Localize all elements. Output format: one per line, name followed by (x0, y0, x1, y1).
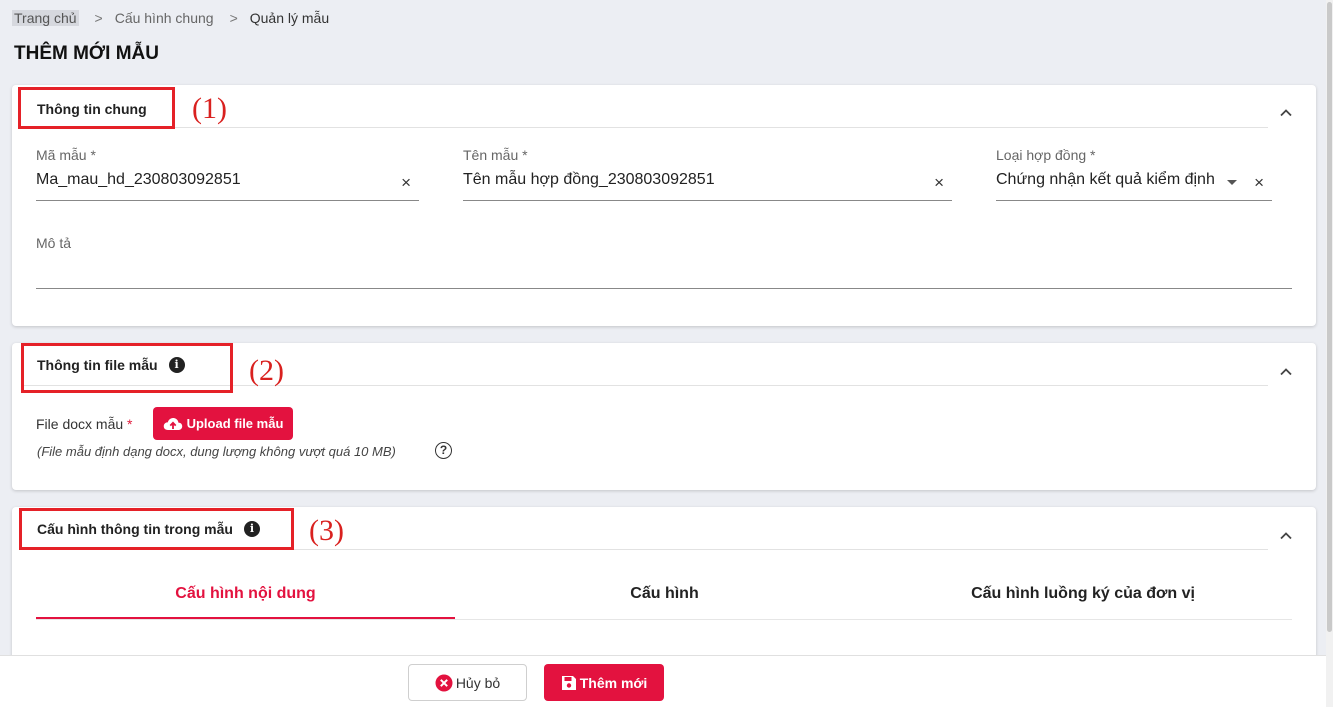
cancel-circle-x-icon (435, 674, 453, 692)
dropdown-caret-down-icon[interactable] (1227, 180, 1237, 185)
collapse-config-chevron-up-icon[interactable] (1278, 528, 1294, 544)
contract-type-label: Loại hợp đồng * (996, 147, 1096, 163)
card-divider (24, 127, 1268, 128)
input-underline (36, 200, 419, 201)
input-underline (36, 288, 1292, 289)
select-underline (996, 200, 1272, 201)
upload-button-label: Upload file mẫu (186, 416, 284, 431)
template-code-input[interactable]: Ma_mau_hd_230803092851 (36, 171, 419, 189)
tabs-divider (36, 619, 1292, 620)
clear-contract-type-close-icon[interactable]: × (1254, 173, 1264, 193)
breadcrumb: Trang chủ > Cấu hình chung > Quản lý mẫu (12, 10, 329, 26)
clear-name-close-icon[interactable]: × (934, 173, 944, 193)
annotation-label-3: (3) (309, 514, 344, 547)
add-new-button-label: Thêm mới (579, 674, 648, 691)
cancel-button[interactable]: Hủy bỏ (408, 664, 527, 701)
breadcrumb-separator: > (94, 10, 103, 26)
annotation-label-1: (1) (192, 92, 227, 125)
template-name-input[interactable]: Tên mẫu hợp đồng_230803092851 (463, 171, 952, 189)
contract-type-select[interactable]: Loại hợp đồng * Chứng nhận kết quả kiểm … (996, 147, 1272, 201)
required-mark: * (127, 416, 133, 432)
tab-signing-flow[interactable]: Cấu hình luồng ký của đơn vị (874, 585, 1292, 603)
annotation-box-1 (18, 87, 175, 129)
breadcrumb-current: Quản lý mẫu (249, 10, 330, 26)
file-docx-label-text: File docx mẫu (36, 416, 124, 432)
annotation-box-3 (19, 508, 294, 550)
description-label: Mô tả (36, 235, 72, 251)
template-name-field[interactable]: Tên mẫu * Tên mẫu hợp đồng_230803092851 … (463, 147, 952, 201)
collapse-file-chevron-up-icon[interactable] (1278, 364, 1294, 380)
cancel-button-label: Hủy bỏ (455, 674, 501, 691)
tab-content-config[interactable]: Cấu hình nội dung (36, 585, 455, 603)
page-scrollbar[interactable] (1326, 0, 1333, 707)
collapse-general-chevron-up-icon[interactable] (1278, 105, 1294, 121)
breadcrumb-general-config-link[interactable]: Cấu hình chung (115, 10, 214, 26)
breadcrumb-separator: > (229, 10, 238, 26)
template-code-label: Mã mẫu * (36, 147, 96, 163)
cloud-upload-icon (163, 417, 187, 431)
input-underline (463, 200, 952, 201)
description-field[interactable]: Mô tả (36, 235, 1292, 289)
breadcrumb-home-link[interactable]: Trang chủ (12, 10, 79, 26)
save-floppy-icon (561, 675, 577, 691)
scrollbar-thumb[interactable] (1327, 2, 1332, 632)
active-tab-indicator (36, 617, 455, 619)
footer-action-bar: Hủy bỏ Thêm mới (0, 655, 1326, 707)
help-question-icon[interactable]: ? (435, 442, 452, 459)
tab-config[interactable]: Cấu hình (455, 585, 874, 603)
add-new-button[interactable]: Thêm mới (544, 664, 664, 701)
clear-code-close-icon[interactable]: × (401, 173, 411, 193)
template-name-label: Tên mẫu * (463, 147, 528, 163)
annotation-box-2 (21, 343, 233, 393)
template-code-field[interactable]: Mã mẫu * Ma_mau_hd_230803092851 × (36, 147, 419, 201)
file-docx-label: File docx mẫu * (36, 416, 133, 432)
upload-file-button[interactable]: Upload file mẫu (153, 407, 293, 440)
annotation-label-2: (2) (249, 354, 284, 387)
page-title: THÊM MỚI MẪU (14, 43, 159, 64)
file-hint-text: (File mẫu định dạng docx, dung lượng khô… (37, 444, 396, 459)
